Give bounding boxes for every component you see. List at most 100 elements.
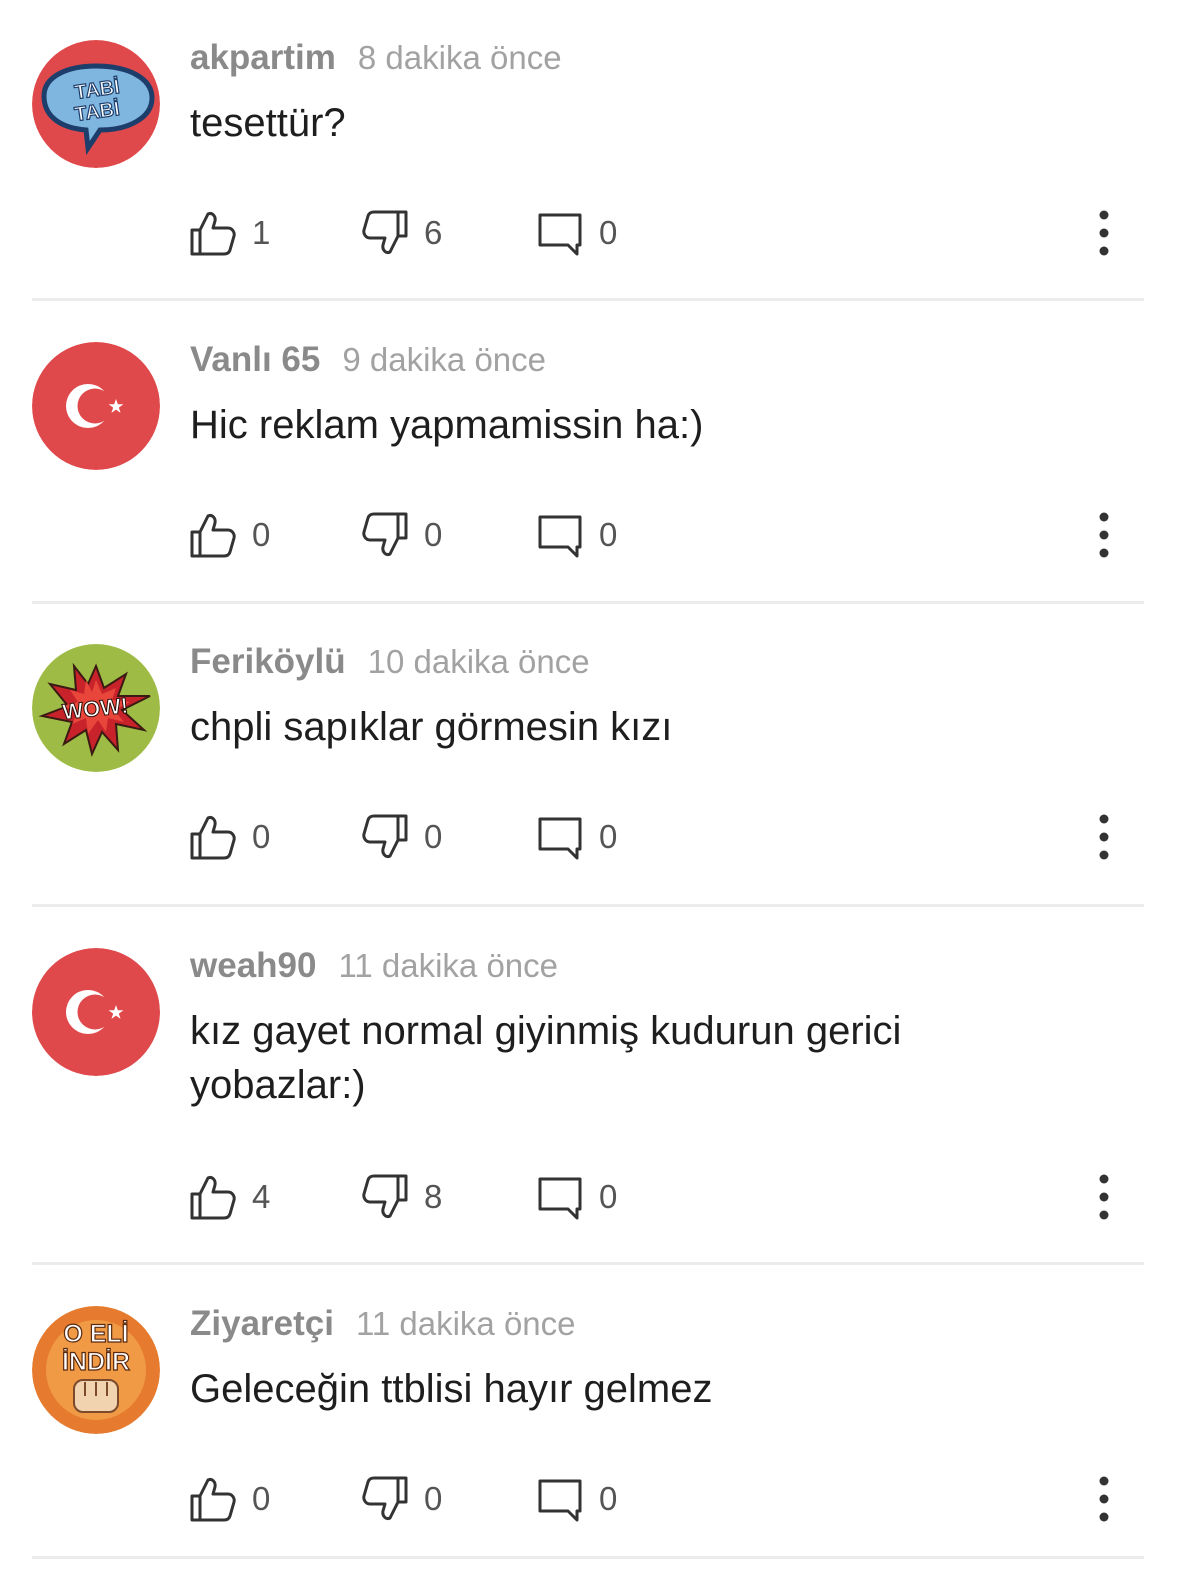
comment-text: Geleceğin ttblisi hayır gelmez [190, 1367, 713, 1411]
thumbs-up-icon [190, 816, 236, 860]
tabi-tabi-avatar[interactable]: TABİ TABİ [32, 40, 160, 168]
comment-timestamp: 9 dakika önce [342, 341, 547, 378]
divider [32, 1556, 1144, 1559]
comment-username[interactable]: Ziyaretçi [190, 1304, 334, 1343]
dislike-count: 6 [424, 214, 443, 251]
thumbs-up-icon [190, 212, 236, 256]
like-count: 0 [252, 1480, 271, 1517]
kebab-menu-icon [1099, 1174, 1109, 1220]
comment-text: tesettür? [190, 101, 346, 145]
like-button[interactable]: 4 [188, 1169, 270, 1225]
reply-button[interactable]: 0 [535, 1471, 617, 1527]
dislike-count: 0 [424, 516, 443, 553]
comment-item: weah90 11 dakika önce kız gayet normal gi… [0, 908, 1200, 1264]
kebab-menu-icon [1099, 210, 1109, 256]
comment-text: chpli sapıklar görmesin kızı [190, 705, 673, 749]
comment-item: WOW! Feriköylü 10 dakika önce chpli sapık… [0, 604, 1200, 904]
thumbs-up-icon [190, 1478, 236, 1522]
reply-count: 0 [599, 214, 618, 251]
crescent-star-icon [32, 948, 160, 1076]
more-options-button[interactable] [1086, 507, 1122, 563]
comment-meta: weah90 11 dakika önce [190, 946, 558, 986]
comment-username[interactable]: weah90 [190, 946, 316, 985]
comment-bubble-icon [538, 515, 582, 558]
like-button[interactable]: 0 [188, 507, 270, 563]
speech-bubble-icon: TABİ TABİ [32, 40, 160, 168]
divider [32, 1262, 1144, 1265]
turkish-flag-avatar[interactable] [32, 342, 160, 470]
thumbs-down-icon [362, 512, 408, 556]
comment-item: Vanlı 65 9 dakika önce Hic reklam yapmami… [0, 302, 1200, 602]
comment-actions: 4 8 0 [0, 1169, 1200, 1225]
comment-meta: akpartim 8 dakika önce [190, 38, 562, 78]
comment-timestamp: 11 dakika önce [338, 947, 559, 984]
kebab-menu-icon [1099, 1476, 1109, 1522]
like-count: 4 [252, 1178, 271, 1215]
thumbs-up-icon [190, 514, 236, 558]
comment-bubble-icon [538, 213, 582, 256]
comment-username[interactable]: Vanlı 65 [190, 340, 320, 379]
more-options-button[interactable] [1086, 1471, 1122, 1527]
comment-meta: Feriköylü 10 dakika önce [190, 642, 590, 682]
comment-meta: Ziyaretçi 11 dakika önce [190, 1304, 576, 1344]
avatar-text-line-1: O ELİ [63, 1320, 128, 1348]
dislike-count: 0 [424, 1480, 443, 1517]
wow-avatar[interactable]: WOW! [32, 644, 160, 772]
comment-timestamp: 11 dakika önce [355, 1305, 576, 1342]
reply-count: 0 [599, 1178, 618, 1215]
comment-timestamp: 8 dakika önce [357, 39, 562, 76]
reply-button[interactable]: 0 [535, 1169, 617, 1225]
comment-meta: Vanlı 65 9 dakika önce [190, 340, 546, 380]
thumbs-down-icon [362, 1174, 408, 1218]
like-button[interactable]: 1 [188, 205, 270, 261]
dislike-count: 0 [424, 818, 443, 855]
comment-username[interactable]: akpartim [190, 38, 336, 77]
thumbs-down-icon [362, 210, 408, 254]
fist-icon: O ELİ İNDİR [32, 1306, 160, 1434]
like-button[interactable]: 0 [188, 1471, 270, 1527]
thumbs-down-icon [362, 814, 408, 858]
reply-button[interactable]: 0 [535, 507, 617, 563]
dislike-button[interactable]: 0 [360, 507, 442, 563]
avatar-text-line-2: İNDİR [62, 1348, 130, 1376]
dislike-button[interactable]: 0 [360, 1471, 442, 1527]
comment-bubble-icon [538, 1479, 582, 1522]
more-options-button[interactable] [1086, 809, 1122, 865]
comment-actions: 0 0 0 [0, 1471, 1200, 1527]
reply-count: 0 [599, 516, 618, 553]
reply-button[interactable]: 0 [535, 205, 617, 261]
dislike-button[interactable]: 6 [360, 205, 442, 261]
comment-item: TABİ TABİ akpartim 8 dakika önce tesettür… [0, 0, 1200, 300]
comment-text: kız gayet normal giyinmiş kudurun gerici… [190, 1009, 902, 1107]
kebab-menu-icon [1099, 814, 1109, 860]
divider [32, 904, 1144, 907]
like-button[interactable]: 0 [188, 809, 270, 865]
thumbs-up-icon [190, 1176, 236, 1220]
comment-actions: 1 6 0 [0, 205, 1200, 261]
comment-item: O ELİ İNDİR Ziyaretçi 11 dakika önce Gele… [0, 1266, 1200, 1566]
comment-timestamp: 10 dakika önce [367, 643, 590, 680]
reply-button[interactable]: 0 [535, 809, 617, 865]
dislike-button[interactable]: 8 [360, 1169, 442, 1225]
comment-bubble-icon [538, 1177, 582, 1220]
dislike-button[interactable]: 0 [360, 809, 442, 865]
like-count: 0 [252, 516, 271, 553]
turkish-flag-avatar[interactable] [32, 948, 160, 1076]
wow-burst-icon: WOW! [32, 644, 160, 772]
comment-username[interactable]: Feriköylü [190, 642, 346, 681]
comment-actions: 0 0 0 [0, 809, 1200, 865]
more-options-button[interactable] [1086, 1169, 1122, 1225]
o-eli-indir-avatar[interactable]: O ELİ İNDİR [32, 1306, 160, 1434]
kebab-menu-icon [1099, 512, 1109, 558]
comment-actions: 0 0 0 [0, 507, 1200, 563]
crescent-star-icon [32, 342, 160, 470]
reply-count: 0 [599, 1480, 618, 1517]
reply-count: 0 [599, 818, 618, 855]
comment-bubble-icon [538, 817, 582, 860]
more-options-button[interactable] [1086, 205, 1122, 261]
comment-text: Hic reklam yapmamissin ha:) [190, 403, 704, 447]
like-count: 1 [252, 214, 271, 251]
like-count: 0 [252, 818, 271, 855]
dislike-count: 8 [424, 1178, 443, 1215]
divider [32, 298, 1144, 301]
